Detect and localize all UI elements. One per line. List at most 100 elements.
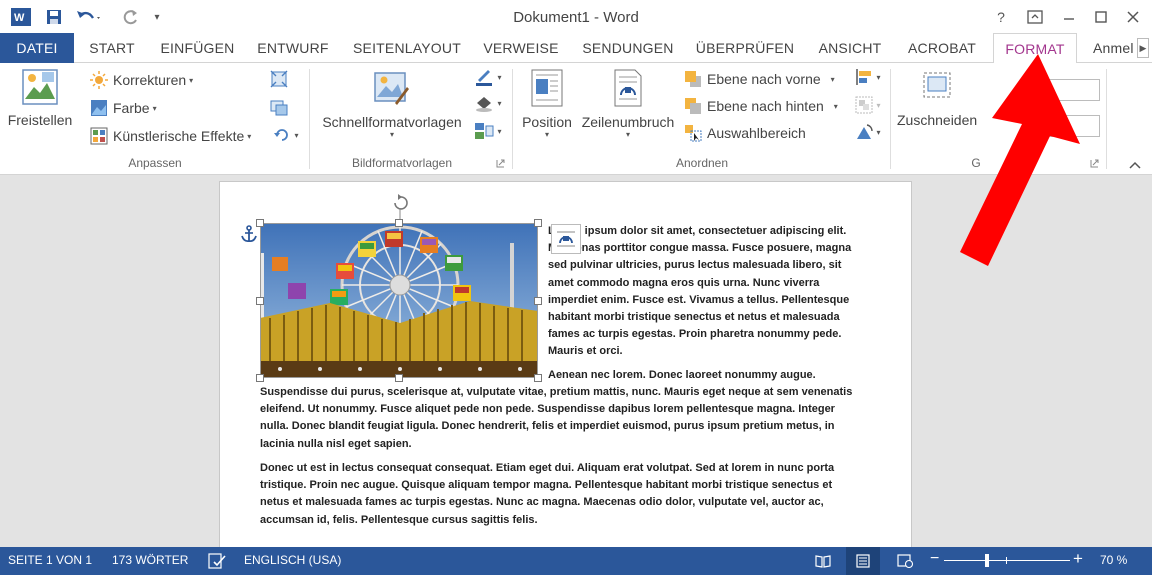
layout-options-button[interactable] bbox=[551, 224, 581, 254]
tab-ueberpruefen[interactable]: ÜBERPRÜFEN bbox=[692, 33, 798, 63]
group-label-anordnen: Anordnen bbox=[675, 156, 729, 170]
tab-entwurf[interactable]: ENTWURF bbox=[252, 33, 334, 63]
text-line: Suspendisse dui purus, scelerisque at, v… bbox=[260, 386, 853, 398]
resize-handle[interactable] bbox=[534, 219, 542, 227]
zuschneiden-button[interactable]: Zuschneiden bbox=[894, 69, 977, 128]
picture-border-button[interactable]: ▾ bbox=[470, 67, 506, 87]
help-button[interactable]: ? bbox=[988, 6, 1014, 28]
maximize-icon[interactable] bbox=[1088, 6, 1114, 28]
page-count[interactable]: SEITE 1 VON 1 bbox=[8, 553, 92, 567]
zoom-out-button[interactable]: − bbox=[930, 550, 939, 568]
proofing-icon[interactable] bbox=[208, 552, 226, 570]
tab-ansicht[interactable]: ANSICHT bbox=[810, 33, 890, 63]
chevron-down-icon: ▾ bbox=[876, 127, 881, 137]
freistellen-label: Freistellen bbox=[7, 112, 73, 128]
layout-options-icon bbox=[557, 231, 575, 247]
tab-scroll-right-icon[interactable]: ▶ bbox=[1137, 38, 1149, 58]
resize-handle[interactable] bbox=[395, 219, 403, 227]
ebene-nach-hinten-label: Ebene nach hinten bbox=[707, 98, 824, 114]
zoom-level[interactable]: 70 % bbox=[1100, 553, 1127, 567]
zeilenumbruch-button[interactable]: Zeilenumbruch ▾ bbox=[576, 69, 680, 139]
resize-handle[interactable] bbox=[256, 374, 264, 382]
collapse-ribbon-icon[interactable] bbox=[1124, 155, 1146, 175]
rotate-button[interactable]: ▾ bbox=[850, 122, 886, 142]
freistellen-button[interactable]: Freistellen bbox=[4, 69, 76, 128]
tab-format[interactable]: FORMAT bbox=[993, 33, 1077, 64]
dialog-launcher-icon[interactable] bbox=[494, 157, 506, 169]
text-line: netus et malesuada fames ac turpis egest… bbox=[260, 496, 824, 509]
chevron-down-icon: ▾ bbox=[876, 100, 881, 110]
chevron-down-icon: ▾ bbox=[497, 72, 502, 82]
rotate-icon bbox=[857, 124, 874, 139]
chevron-down-icon: ▾ bbox=[830, 74, 835, 84]
sign-in-link[interactable]: Anmel bbox=[1088, 33, 1138, 63]
tab-acrobat[interactable]: ACROBAT bbox=[902, 33, 982, 63]
read-mode-icon[interactable] bbox=[814, 552, 832, 570]
zoom-slider-thumb[interactable] bbox=[985, 554, 989, 567]
tab-start[interactable]: START bbox=[81, 33, 143, 63]
text-line: Mauris et orci. bbox=[548, 345, 623, 358]
document-area[interactable]: Lorem ipsum dolor sit amet, consectetuer… bbox=[0, 175, 1152, 547]
korrekturen-button[interactable]: Korrekturen ▾ bbox=[90, 69, 193, 91]
zeilenumbruch-label: Zeilenumbruch bbox=[581, 114, 675, 130]
group-separator bbox=[512, 69, 513, 169]
picture-layout-button[interactable]: ▾ bbox=[470, 121, 506, 141]
align-button[interactable]: ▾ bbox=[850, 67, 886, 87]
color-picture-icon bbox=[90, 99, 108, 117]
chevron-down-icon: ▾ bbox=[497, 98, 502, 108]
tab-seitenlayout[interactable]: SEITENLAYOUT bbox=[347, 33, 467, 63]
picture-effects-button[interactable]: ▾ bbox=[470, 93, 506, 113]
position-label: Position bbox=[522, 114, 572, 130]
resize-handle[interactable] bbox=[395, 374, 403, 382]
zoom-slider-track[interactable] bbox=[944, 560, 1070, 561]
ebene-nach-vorne-button[interactable]: Ebene nach vorne ▾ bbox=[684, 68, 835, 90]
zoom-in-button[interactable]: + bbox=[1073, 549, 1083, 569]
dialog-launcher-icon[interactable] bbox=[1088, 157, 1100, 169]
anchor-icon bbox=[240, 225, 258, 248]
text-line: accumsan id, felis. Pellentesque cursus … bbox=[260, 513, 538, 526]
kuenstlerische-effekte-button[interactable]: Künstlerische Effekte ▾ bbox=[90, 125, 251, 147]
group-objects-button[interactable]: ▾ bbox=[850, 95, 886, 115]
print-layout-icon[interactable] bbox=[846, 547, 880, 575]
position-button[interactable]: Position ▾ bbox=[518, 69, 576, 139]
tab-verweise[interactable]: VERWEISE bbox=[479, 33, 563, 63]
reset-picture-button[interactable]: ▾ bbox=[268, 125, 304, 145]
resize-handle[interactable] bbox=[256, 219, 264, 227]
chevron-down-icon: ▾ bbox=[247, 131, 252, 141]
resize-handle[interactable] bbox=[534, 297, 542, 305]
compress-pictures-icon[interactable] bbox=[268, 69, 290, 89]
document-page[interactable]: Lorem ipsum dolor sit amet, consectetuer… bbox=[219, 181, 912, 547]
word-count[interactable]: 173 WÖRTER bbox=[112, 553, 188, 567]
language-indicator[interactable]: ENGLISCH (USA) bbox=[244, 553, 341, 567]
resize-handle[interactable] bbox=[534, 374, 542, 382]
farbe-label: Farbe bbox=[113, 100, 150, 116]
text-line: sed pulvinar ultricies, purus lectus mal… bbox=[548, 259, 842, 272]
text-line: imperdiet enim. Fusce est. Vivamus a tel… bbox=[548, 293, 850, 306]
resize-handle[interactable] bbox=[256, 297, 264, 305]
picture-layout-icon bbox=[475, 123, 494, 139]
web-layout-icon[interactable] bbox=[896, 552, 914, 570]
pen-icon bbox=[476, 70, 493, 86]
tab-einfuegen[interactable]: EINFÜGEN bbox=[155, 33, 240, 63]
minimize-icon[interactable] bbox=[1056, 6, 1082, 28]
close-icon[interactable] bbox=[1120, 6, 1146, 28]
auswahlbereich-button[interactable]: Auswahlbereich bbox=[684, 122, 806, 144]
ribbon-display-options-icon[interactable] bbox=[1022, 6, 1048, 28]
schnellformatvorlagen-button[interactable]: Schnellformatvorlagen ▾ bbox=[314, 69, 470, 139]
height-input[interactable]: cm bbox=[1030, 79, 1100, 101]
farbe-button[interactable]: Farbe ▾ bbox=[90, 97, 157, 119]
wrap-text-icon bbox=[614, 69, 642, 107]
tab-datei[interactable]: DATEI bbox=[0, 33, 74, 63]
text-line: lacinia nulla nisl eget sapien. bbox=[260, 437, 412, 450]
ebene-nach-hinten-button[interactable]: Ebene nach hinten ▾ bbox=[684, 95, 838, 117]
change-picture-icon[interactable] bbox=[268, 97, 290, 117]
crop-icon bbox=[923, 72, 951, 98]
chevron-down-icon: ▾ bbox=[294, 130, 299, 140]
sun-icon bbox=[90, 71, 108, 89]
group-separator bbox=[309, 69, 310, 169]
tab-sendungen[interactable]: SENDUNGEN bbox=[576, 33, 680, 63]
width-input[interactable] bbox=[1030, 115, 1100, 137]
text-line: tristique. Proin nec augue. Quisque aliq… bbox=[260, 479, 833, 492]
chevron-down-icon: ▾ bbox=[625, 130, 630, 139]
position-icon bbox=[531, 69, 563, 107]
